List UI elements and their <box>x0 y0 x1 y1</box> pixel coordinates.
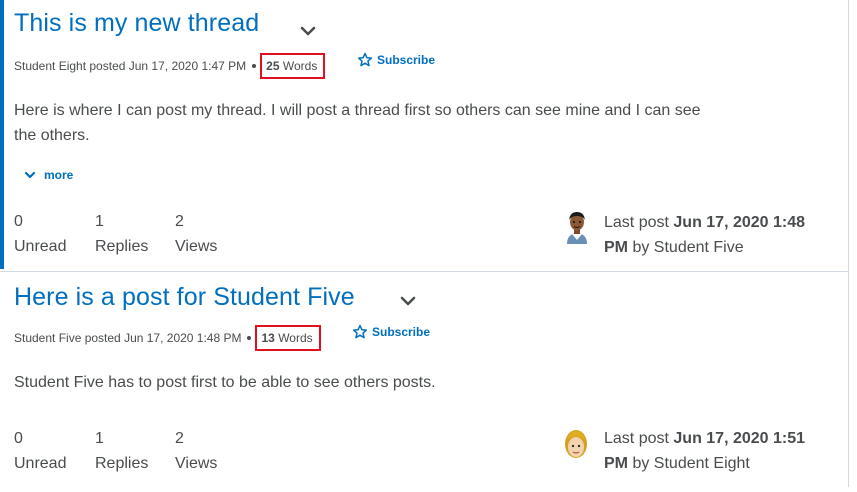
thread-title[interactable]: This is my new thread <box>14 9 259 38</box>
thread-body: Student Five has to post first to be abl… <box>14 374 436 391</box>
views-stat: 2 Views <box>175 209 217 259</box>
thread-card: Here is a post for Student Five Student … <box>0 271 849 487</box>
last-post-info: Last post Jun 17, 2020 1:48 PM by Studen… <box>604 210 829 260</box>
subscribe-label: Subscribe <box>377 53 436 67</box>
thread-meta: Student Five posted Jun 17, 2020 1:48 PM… <box>14 325 321 351</box>
subscribe-button[interactable]: Subscribe <box>352 324 430 340</box>
star-icon <box>352 324 368 339</box>
word-count-number: 13 <box>261 331 275 345</box>
avatar <box>565 430 587 458</box>
replies-label: Replies <box>95 455 149 472</box>
separator-dot <box>247 336 252 340</box>
unread-count: 0 <box>14 430 23 447</box>
thread-title[interactable]: Here is a post for Student Five <box>14 283 355 312</box>
subscribe-button[interactable]: Subscribe <box>357 52 435 68</box>
replies-count: 1 <box>95 213 104 230</box>
last-post-author: by Student Five <box>632 239 744 256</box>
separator-dot <box>252 64 257 68</box>
unread-label: Unread <box>14 238 67 255</box>
word-count-number: 25 <box>266 59 280 73</box>
replies-label: Replies <box>95 238 149 255</box>
views-count: 2 <box>175 430 184 447</box>
thread-meta: Student Eight posted Jun 17, 2020 1:47 P… <box>14 53 326 79</box>
more-label: more <box>44 168 74 182</box>
avatar <box>567 212 587 244</box>
views-label: Views <box>175 455 218 472</box>
last-post-prefix: Last post <box>604 430 669 447</box>
author-posted-text: Student Eight posted Jun 17, 2020 1:47 P… <box>14 59 247 73</box>
chevron-down-icon[interactable] <box>299 24 317 38</box>
replies-stat: 1 Replies <box>95 209 148 259</box>
views-count: 2 <box>175 213 184 230</box>
unread-count: 0 <box>14 213 23 230</box>
subscribe-label: Subscribe <box>372 325 431 339</box>
selected-indicator <box>0 0 4 269</box>
last-post-author: by Student Eight <box>632 455 750 472</box>
more-link[interactable]: more <box>24 168 73 182</box>
word-count-label: Words <box>278 331 313 345</box>
word-count-badge: 25 Words <box>260 53 326 79</box>
unread-stat: 0 Unread <box>14 426 66 476</box>
unread-label: Unread <box>14 455 67 472</box>
last-post-info: Last post Jun 17, 2020 1:51 PM by Studen… <box>604 426 829 476</box>
views-stat: 2 Views <box>175 426 217 476</box>
last-post-prefix: Last post <box>604 214 669 231</box>
star-icon <box>357 52 373 67</box>
word-count-label: Words <box>282 59 318 73</box>
unread-stat: 0 Unread <box>14 209 66 259</box>
replies-stat: 1 Replies <box>95 426 148 476</box>
replies-count: 1 <box>95 430 104 447</box>
thread-body: Here is where I can post my thread. I wi… <box>14 102 701 144</box>
word-count-badge: 13 Words <box>255 325 321 351</box>
views-label: Views <box>175 238 218 255</box>
thread-card: This is my new thread Student Eight post… <box>0 0 849 271</box>
chevron-down-icon[interactable] <box>399 294 417 308</box>
chevron-down-icon <box>24 171 36 178</box>
author-posted-text: Student Five posted Jun 17, 2020 1:48 PM <box>14 331 242 345</box>
